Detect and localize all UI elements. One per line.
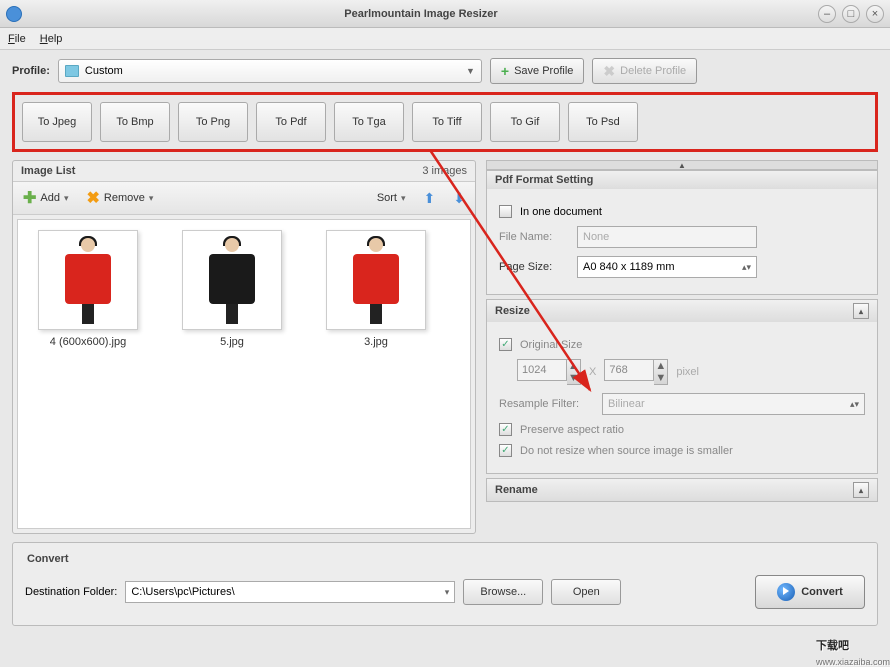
browse-button[interactable]: Browse... xyxy=(463,579,543,605)
profile-selected: Custom xyxy=(85,65,466,77)
thumbnail-label: 4 (600x600).jpg xyxy=(28,336,148,348)
play-icon xyxy=(777,583,795,601)
pagesize-label: Page Size: xyxy=(499,261,569,273)
caret-down-icon: ▾ xyxy=(445,587,450,598)
no-resize-smaller-checkbox[interactable]: ✓ xyxy=(499,444,512,457)
convert-panel: Convert Destination Folder: C:\Users\pc\… xyxy=(12,542,878,626)
format-tiff-button[interactable]: To Tiff xyxy=(412,102,482,142)
format-bmp-button[interactable]: To Bmp xyxy=(100,102,170,142)
collapse-button[interactable]: ▴ xyxy=(853,303,869,319)
caret-down-icon: ▾ xyxy=(401,193,406,204)
rename-section: Rename ▴ xyxy=(486,478,878,502)
thumbnail-image xyxy=(38,230,138,330)
folder-icon xyxy=(65,65,79,77)
in-one-doc-label: In one document xyxy=(520,206,602,218)
minimize-button[interactable]: – xyxy=(818,5,836,23)
caret-down-icon: ▼ xyxy=(466,66,475,76)
move-down-button[interactable]: ⬇ xyxy=(453,190,465,207)
move-up-button[interactable]: ⬆ xyxy=(424,190,436,207)
original-size-checkbox[interactable]: ✓ xyxy=(499,338,512,351)
thumbnail-label: 3.jpg xyxy=(316,336,436,348)
list-item[interactable]: 4 (600x600).jpg xyxy=(28,230,148,348)
filename-input xyxy=(577,226,757,248)
resample-label: Resample Filter: xyxy=(499,398,594,410)
format-tga-button[interactable]: To Tga xyxy=(334,102,404,142)
pagesize-select[interactable]: A0 840 x 1189 mm ▴▾ xyxy=(577,256,757,278)
thumbnail-image xyxy=(182,230,282,330)
pdf-section-title: Pdf Format Setting xyxy=(495,174,593,186)
destination-label: Destination Folder: xyxy=(25,586,117,598)
filename-label: File Name: xyxy=(499,231,569,243)
thumbnail-area[interactable]: 4 (600x600).jpg 5.jpg 3.jpg xyxy=(17,219,471,529)
format-png-button[interactable]: To Png xyxy=(178,102,248,142)
collapse-bar[interactable]: ▲ xyxy=(486,160,878,170)
watermark: 下载吧 www.xiazaiba.com xyxy=(816,620,890,667)
pixel-label: pixel xyxy=(676,366,699,378)
image-count: 3 images xyxy=(422,165,467,177)
collapse-button[interactable]: ▴ xyxy=(853,482,869,498)
format-psd-button[interactable]: To Psd xyxy=(568,102,638,142)
sort-button[interactable]: Sort ▾ xyxy=(377,192,406,204)
profile-select[interactable]: Custom ▼ xyxy=(58,59,482,83)
x-icon: ✖ xyxy=(87,188,100,208)
resize-section-title: Resize xyxy=(495,305,530,317)
list-item[interactable]: 3.jpg xyxy=(316,230,436,348)
convert-button[interactable]: Convert xyxy=(755,575,865,609)
format-jpeg-button[interactable]: To Jpeg xyxy=(22,102,92,142)
caret-down-icon: ▾ xyxy=(64,193,69,204)
add-button[interactable]: ✚ Add ▾ xyxy=(23,188,69,208)
destination-select[interactable]: C:\Users\pc\Pictures\ ▾ xyxy=(125,581,455,603)
rename-section-title: Rename xyxy=(495,484,538,496)
delete-profile-button: ✖ Delete Profile xyxy=(592,58,697,84)
thumbnail-label: 5.jpg xyxy=(172,336,292,348)
in-one-doc-checkbox[interactable] xyxy=(499,205,512,218)
caret-updown-icon: ▴▾ xyxy=(850,399,859,410)
remove-button[interactable]: ✖ Remove ▾ xyxy=(87,188,154,208)
list-item[interactable]: 5.jpg xyxy=(172,230,292,348)
save-profile-button[interactable]: + Save Profile xyxy=(490,58,585,84)
width-spinner: ▲▼ xyxy=(517,359,581,385)
open-button[interactable]: Open xyxy=(551,579,621,605)
caret-down-icon: ▾ xyxy=(149,193,154,204)
thumbnail-image xyxy=(326,230,426,330)
plus-icon: + xyxy=(501,63,509,79)
format-gif-button[interactable]: To Gif xyxy=(490,102,560,142)
preserve-aspect-checkbox[interactable]: ✓ xyxy=(499,423,512,436)
format-pdf-button[interactable]: To Pdf xyxy=(256,102,326,142)
menu-file[interactable]: File xyxy=(8,33,26,45)
pdf-section: Pdf Format Setting In one document File … xyxy=(486,170,878,295)
convert-title: Convert xyxy=(25,551,865,575)
maximize-button[interactable]: □ xyxy=(842,5,860,23)
menu-help[interactable]: Help xyxy=(40,33,63,45)
resize-section: Resize ▴ ✓ Original Size ▲▼ X ▲▼ xyxy=(486,299,878,474)
no-resize-smaller-label: Do not resize when source image is small… xyxy=(520,445,733,457)
image-list-title: Image List xyxy=(21,165,75,177)
x-label: X xyxy=(589,366,596,378)
close-button[interactable]: × xyxy=(866,5,884,23)
plus-icon: ✚ xyxy=(23,188,36,208)
width-input xyxy=(517,359,567,381)
image-list-panel: Image List 3 images ✚ Add ▾ ✖ Remove ▾ S… xyxy=(12,160,476,534)
profile-label: Profile: xyxy=(12,65,50,77)
caret-updown-icon: ▴▾ xyxy=(742,262,751,273)
original-size-label: Original Size xyxy=(520,339,582,351)
window-title: Pearlmountain Image Resizer xyxy=(30,8,812,20)
height-input xyxy=(604,359,654,381)
resample-select: Bilinear ▴▾ xyxy=(602,393,865,415)
x-icon: ✖ xyxy=(603,63,615,80)
preserve-aspect-label: Preserve aspect ratio xyxy=(520,424,624,436)
triangle-up-icon: ▲ xyxy=(678,161,686,170)
height-spinner: ▲▼ xyxy=(604,359,668,385)
format-buttons-highlighted: To Jpeg To Bmp To Png To Pdf To Tga To T… xyxy=(12,92,878,152)
app-icon xyxy=(6,6,22,22)
